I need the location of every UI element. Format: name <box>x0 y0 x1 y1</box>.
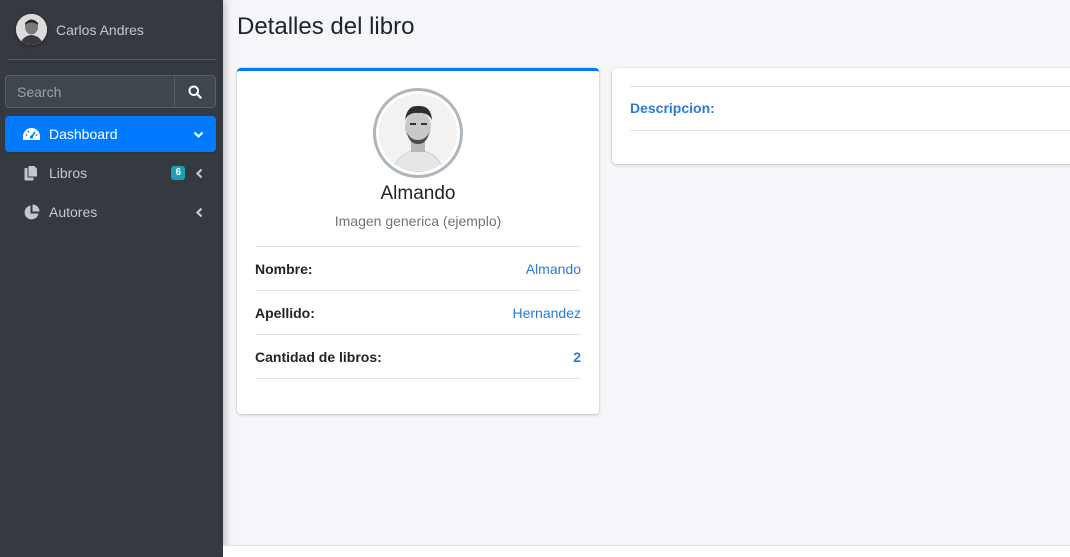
divider <box>630 130 1070 131</box>
search-input[interactable] <box>5 75 174 108</box>
sidebar-item-label: Autores <box>49 204 98 220</box>
description-card: Descripcion: <box>612 68 1070 164</box>
info-label: Nombre: <box>255 260 313 277</box>
info-row-apellido: Apellido: Hernandez <box>255 291 581 335</box>
sidebar-item-label: Libros <box>49 165 88 181</box>
sidebar-nav: Dashboard Libros 6 Autores <box>0 116 223 230</box>
page-title: Detalles del libro <box>237 13 415 40</box>
search-icon <box>188 85 202 99</box>
sidebar-search <box>5 75 216 108</box>
info-label: Cantidad de libros: <box>255 348 382 365</box>
sidebar: Carlos Andres Dashboard <box>0 0 223 557</box>
sidebar-item-autores[interactable]: Autores <box>5 194 216 230</box>
sidebar-item-libros[interactable]: Libros 6 <box>5 155 216 191</box>
sidebar-item-label: Dashboard <box>49 126 118 142</box>
divider <box>630 86 1070 87</box>
profile-name: Almando <box>380 183 456 204</box>
description-label: Descripcion: <box>630 100 715 116</box>
pie-chart-icon <box>21 203 41 221</box>
tachometer-icon <box>21 125 41 143</box>
info-value[interactable]: Almando <box>526 261 581 277</box>
copy-icon <box>21 164 41 182</box>
info-value[interactable]: 2 <box>573 349 581 365</box>
info-label: Apellido: <box>255 304 315 321</box>
user-name[interactable]: Carlos Andres <box>56 22 144 38</box>
profile-image <box>373 88 463 178</box>
main-content: Detalles del libro Almando Imagen generi… <box>223 0 1070 557</box>
user-avatar[interactable] <box>16 14 47 45</box>
profile-card: Almando Imagen generica (ejemplo) Nombre… <box>237 68 599 414</box>
chevron-down-icon <box>193 131 204 138</box>
info-value[interactable]: Hernandez <box>513 305 582 321</box>
footer <box>223 545 1070 557</box>
chevron-left-icon <box>195 207 203 217</box>
sidebar-item-dashboard[interactable]: Dashboard <box>5 116 216 152</box>
count-badge: 6 <box>171 166 185 180</box>
search-button[interactable] <box>174 75 216 108</box>
info-row-nombre: Nombre: Almando <box>255 247 581 291</box>
chevron-left-icon <box>195 168 203 178</box>
user-panel[interactable]: Carlos Andres <box>7 0 216 60</box>
profile-subtitle: Imagen generica (ejemplo) <box>255 213 581 247</box>
info-row-cantidad: Cantidad de libros: 2 <box>255 335 581 379</box>
